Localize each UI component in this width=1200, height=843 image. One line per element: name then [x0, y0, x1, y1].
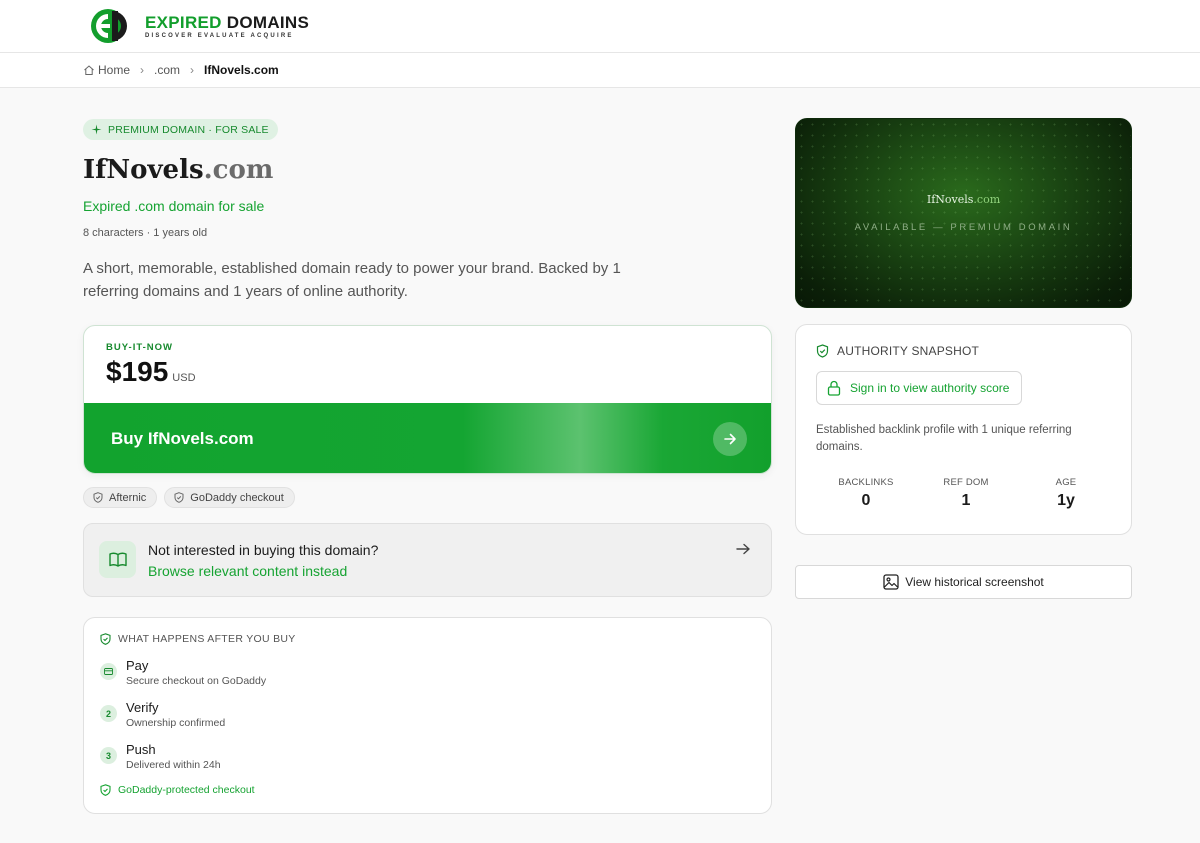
top-bar: EXPIRED DOMAINS DISCOVER EVALUATE ACQUIR…: [0, 0, 1200, 53]
chip-afternic: Afternic: [83, 487, 158, 508]
domain-description: A short, memorable, established domain r…: [83, 260, 621, 300]
protected-checkout-note: GoDaddy-protected checkout: [100, 784, 255, 796]
logo-text: EXPIRED DOMAINS DISCOVER EVALUATE ACQUIR…: [145, 12, 310, 39]
preview-domain-name: IfNovels.com: [796, 193, 1131, 206]
marketplace-chips: Afternic GoDaddy checkout: [83, 487, 302, 508]
preview-tld: .com: [973, 193, 1001, 206]
logo-word-expired: EXPIRED: [145, 12, 222, 32]
stat-label: AGE: [1055, 477, 1077, 488]
buy-button[interactable]: Buy IfNovels.com: [84, 403, 771, 473]
preview-tagline: AVAILABLE — PREMIUM DOMAIN: [854, 222, 1073, 233]
view-historical-screenshot-label: View historical screenshot: [905, 575, 1044, 589]
step-push: 3 Push Delivered within 24h: [100, 742, 221, 771]
breadcrumb: Home › .com › IfNovels.com: [83, 63, 279, 77]
breadcrumb-bar: Home › .com › IfNovels.com: [0, 53, 1200, 88]
chip-godaddy-label: GoDaddy checkout: [190, 491, 284, 504]
logo-mark-icon: [90, 8, 134, 44]
breadcrumb-home[interactable]: Home: [98, 63, 130, 77]
authority-stats: BACKLINKS 0 REF DOM 1 AGE 1y: [816, 477, 1116, 510]
sign-in-label: Sign in to view authority score: [850, 381, 1010, 395]
shield-check-icon: [100, 784, 111, 796]
shield-icon: [93, 492, 103, 503]
premium-badge: PREMIUM DOMAIN · FOR SALE: [83, 119, 278, 140]
domain-preview-card: IfNovels.com AVAILABLE — PREMIUM DOMAIN: [795, 118, 1132, 308]
step-detail: Delivered within 24h: [126, 759, 221, 771]
stat-value: 1: [961, 492, 971, 509]
arrow-right-icon: [713, 422, 747, 456]
authority-blurb: Established backlink profile with 1 uniq…: [816, 424, 1072, 453]
domain-meta: 8 characters · 1 years old: [83, 227, 208, 239]
protected-checkout-label: GoDaddy-protected checkout: [118, 784, 255, 796]
stat-backlinks: BACKLINKS 0: [816, 477, 916, 510]
browse-question: Not interested in buying this domain?: [148, 542, 379, 558]
buy-now-card: BUY-IT-NOW $195 USD Buy IfNovels.com: [83, 325, 772, 474]
sparkle-icon: [91, 124, 102, 135]
buy-button-label: Buy IfNovels.com: [111, 429, 254, 448]
step-number: 2: [100, 705, 117, 722]
dot-pattern: [796, 119, 1131, 307]
site-logo[interactable]: EXPIRED DOMAINS DISCOVER EVALUATE ACQUIR…: [90, 8, 309, 44]
premium-badge-label: PREMIUM DOMAIN · FOR SALE: [108, 123, 269, 136]
stat-label: BACKLINKS: [838, 477, 894, 488]
lock-icon: [827, 380, 841, 396]
page-title: IfNovels.com: [83, 155, 273, 185]
image-icon: [883, 574, 899, 590]
stat-label: REF DOM: [943, 477, 989, 488]
step-pay: Pay Secure checkout on GoDaddy: [100, 658, 266, 687]
step-title: Push: [126, 742, 156, 757]
stat-ref-dom: REF DOM 1: [916, 477, 1016, 510]
arrow-right-icon: [736, 543, 750, 555]
chip-godaddy: GoDaddy checkout: [164, 487, 295, 508]
price-currency: USD: [172, 372, 196, 384]
stat-value: 1y: [1057, 492, 1075, 509]
step-title: Pay: [126, 658, 149, 673]
chevron-right-icon: ›: [190, 63, 195, 77]
steps-header: WHAT HAPPENS AFTER YOU BUY: [100, 633, 296, 645]
after-purchase-steps: WHAT HAPPENS AFTER YOU BUY Pay Secure ch…: [83, 617, 772, 814]
credit-card-icon: [100, 663, 117, 680]
step-verify: 2 Verify Ownership confirmed: [100, 700, 225, 729]
price: $195 USD: [106, 356, 196, 388]
preview-name: IfNovels: [926, 193, 974, 206]
view-historical-screenshot-button[interactable]: View historical screenshot: [795, 565, 1132, 599]
shield-icon: [174, 492, 184, 503]
authority-header-label: AUTHORITY SNAPSHOT: [837, 344, 980, 358]
book-icon: [99, 541, 136, 578]
chip-afternic-label: Afternic: [109, 491, 147, 504]
step-number: 3: [100, 747, 117, 764]
shield-check-icon: [816, 344, 829, 358]
breadcrumb-tld[interactable]: .com: [154, 63, 180, 77]
buy-it-now-label: BUY-IT-NOW: [106, 342, 173, 353]
domain-tld: .com: [203, 155, 274, 185]
chevron-right-icon: ›: [140, 63, 145, 77]
sign-in-button[interactable]: Sign in to view authority score: [816, 371, 1023, 405]
home-icon: [84, 65, 94, 75]
stat-value: 0: [861, 492, 871, 509]
stat-age: AGE 1y: [1016, 477, 1116, 510]
logo-tagline: DISCOVER EVALUATE ACQUIRE: [145, 32, 294, 39]
step-title: Verify: [126, 700, 159, 715]
domain-subtitle: Expired .com domain for sale: [83, 198, 265, 214]
shield-check-icon: [100, 633, 111, 645]
logo-word-domains: DOMAINS: [226, 12, 310, 32]
price-amount: $195: [106, 356, 169, 387]
breadcrumb-current: IfNovels.com: [204, 63, 279, 77]
browse-link[interactable]: Browse relevant content instead: [148, 563, 347, 579]
step-detail: Ownership confirmed: [126, 717, 226, 729]
domain-name: IfNovels: [83, 155, 204, 185]
authority-snapshot-card: AUTHORITY SNAPSHOT Sign in to view autho…: [795, 324, 1132, 535]
step-detail: Secure checkout on GoDaddy: [126, 675, 267, 687]
authority-header: AUTHORITY SNAPSHOT: [816, 344, 979, 358]
steps-header-label: WHAT HAPPENS AFTER YOU BUY: [118, 633, 296, 645]
browse-content-card[interactable]: Not interested in buying this domain? Br…: [83, 523, 772, 597]
